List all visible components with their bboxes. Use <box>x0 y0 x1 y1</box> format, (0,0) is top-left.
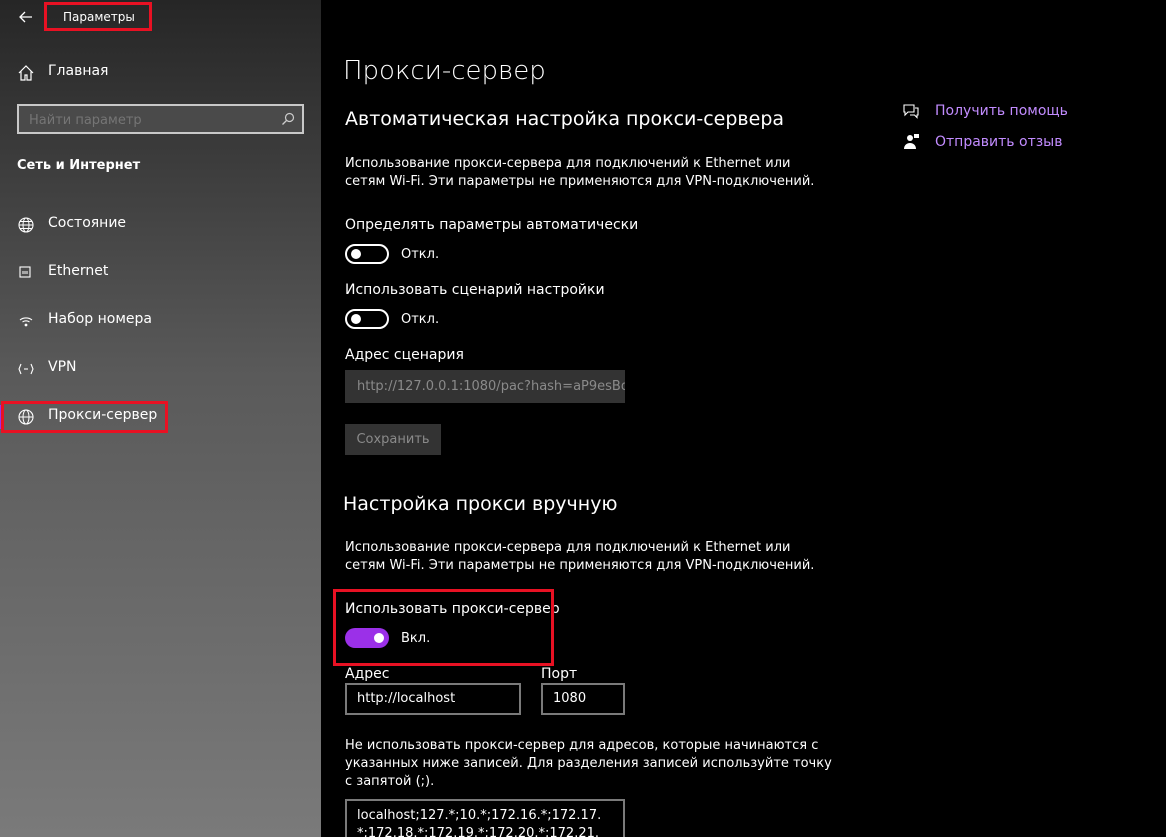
proxy-port-label: Порт <box>541 666 578 682</box>
exceptions-description-line3: с запятой (;). <box>345 774 435 789</box>
status-globe-icon <box>18 217 34 233</box>
script-address-label: Адрес сценария <box>345 347 464 363</box>
manual-description: Использование прокси-сервера для подключ… <box>345 539 814 575</box>
sidebar-item-label: Главная <box>48 63 109 79</box>
exceptions-description: Не использовать прокси-сервер для адресо… <box>345 737 832 791</box>
setup-script-label: Использовать сценарий настройки <box>345 282 605 298</box>
get-help-link[interactable]: Получить помощь <box>935 103 1068 119</box>
manual-description-line1: Использование прокси-сервера для подключ… <box>345 540 791 555</box>
auto-description-line1: Использование прокси-сервера для подключ… <box>345 156 791 171</box>
proxy-address-input[interactable]: http://localhost <box>345 683 521 715</box>
detect-settings-toggle[interactable] <box>345 244 389 264</box>
setup-script-toggle[interactable] <box>345 309 389 329</box>
detect-settings-label: Определять параметры автоматически <box>345 217 639 233</box>
ethernet-icon <box>19 266 31 278</box>
sidebar-item-home[interactable]: Главная <box>0 53 321 93</box>
detect-settings-state: Откл. <box>401 247 440 262</box>
proxy-port-input[interactable]: 1080 <box>541 683 625 715</box>
help-chat-icon <box>903 104 919 119</box>
sidebar: Параметры Главная Сеть и Интернет Состоя… <box>0 0 321 837</box>
vpn-icon <box>18 363 34 375</box>
page-title: Прокси-сервер <box>343 56 546 86</box>
feedback-link[interactable]: Отправить отзыв <box>935 134 1062 150</box>
exceptions-description-line2: указанных ниже записей. Для разделения з… <box>345 756 832 771</box>
back-arrow-icon <box>19 11 32 23</box>
search-icon[interactable] <box>281 112 295 126</box>
back-button[interactable] <box>10 4 40 28</box>
sidebar-item-label: Ethernet <box>48 263 109 279</box>
sidebar-item-status[interactable]: Состояние <box>0 205 321 245</box>
proxy-address-label: Адрес <box>345 666 390 682</box>
auto-section-heading: Автоматическая настройка прокси-сервера <box>345 108 785 130</box>
dialup-icon <box>19 317 33 327</box>
sidebar-item-ethernet[interactable]: Ethernet <box>0 253 321 293</box>
feedback-icon <box>904 134 919 149</box>
script-address-field: http://127.0.0.1:1080/pac?hash=aP9esBdy <box>345 370 625 403</box>
sidebar-item-label: VPN <box>48 359 77 375</box>
proxy-highlight-box <box>1 401 168 433</box>
save-button: Сохранить <box>345 424 441 455</box>
sidebar-item-label: Набор номера <box>48 311 153 327</box>
setup-script-state: Откл. <box>401 312 440 327</box>
toggle-knob <box>351 249 361 259</box>
search-input[interactable] <box>27 110 271 130</box>
exceptions-value-line2: *;172.18.*;172.19.*;172.20.*;172.21. <box>357 826 599 837</box>
exceptions-textarea[interactable]: localhost;127.*;10.*;172.16.*;172.17. *;… <box>345 799 625 837</box>
home-icon <box>18 65 34 81</box>
section-title: Сеть и Интернет <box>17 158 141 173</box>
search-box[interactable] <box>17 104 304 134</box>
toggle-knob <box>351 314 361 324</box>
sidebar-item-dialup[interactable]: Набор номера <box>0 301 321 341</box>
title-highlight-box <box>44 2 152 31</box>
sidebar-item-vpn[interactable]: VPN <box>0 349 321 389</box>
auto-description: Использование прокси-сервера для подключ… <box>345 155 814 191</box>
use-proxy-highlight-box <box>333 589 554 666</box>
exceptions-value-line1: localhost;127.*;10.*;172.16.*;172.17. <box>357 808 602 823</box>
sidebar-item-label: Состояние <box>48 215 127 231</box>
exceptions-description-line1: Не использовать прокси-сервер для адресо… <box>345 738 819 753</box>
auto-description-line2: сетям Wi-Fi. Эти параметры не применяютс… <box>345 174 815 189</box>
manual-description-line2: сетям Wi-Fi. Эти параметры не применяютс… <box>345 558 815 573</box>
manual-section-heading: Настройка прокси вручную <box>343 493 618 515</box>
